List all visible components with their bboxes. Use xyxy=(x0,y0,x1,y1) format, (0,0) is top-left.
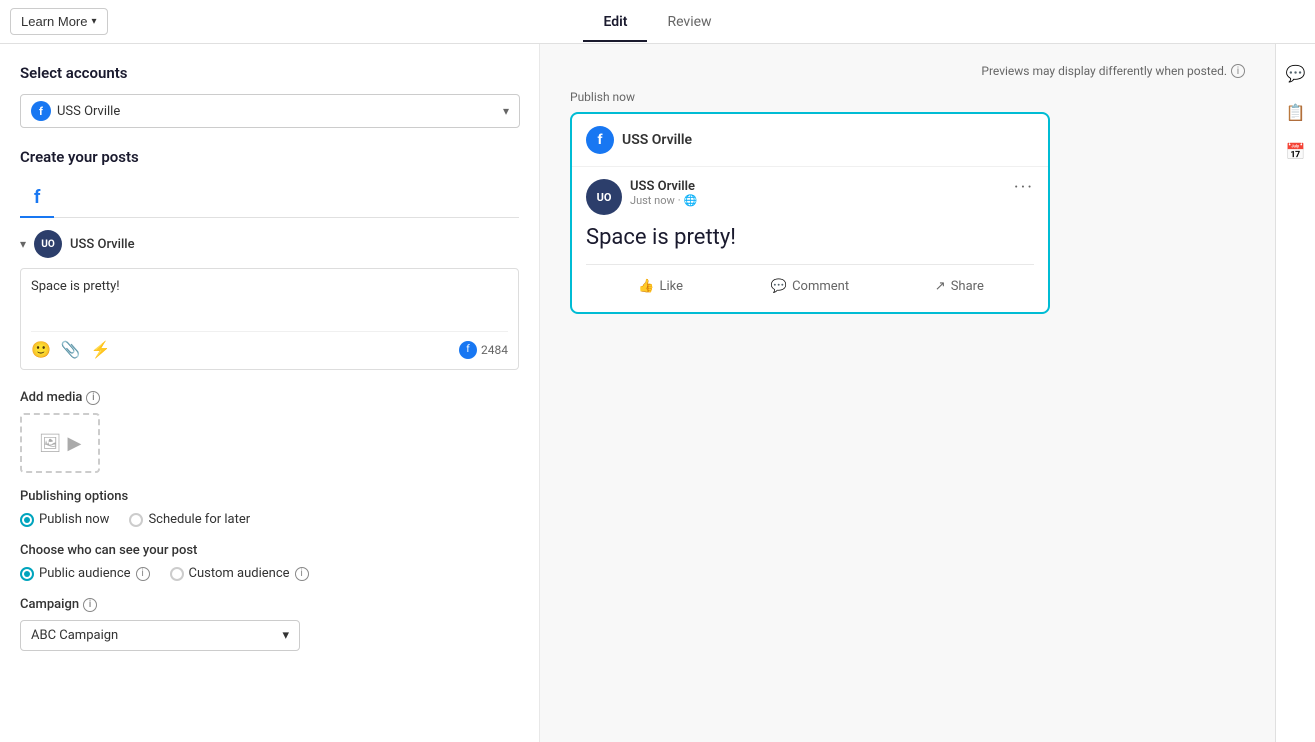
preview-account-name: USS Orville xyxy=(622,132,692,148)
collapse-toggle[interactable]: ▾ xyxy=(20,237,26,251)
publish-now-label: Publish now xyxy=(570,90,1245,104)
preview-user-info: UO USS Orville Just now · 🌐 xyxy=(586,179,697,215)
public-audience-info-icon: i xyxy=(136,567,150,581)
share-label: Share xyxy=(951,279,984,294)
select-accounts-title: Select accounts xyxy=(20,64,519,82)
learn-more-button[interactable]: Learn More ▾ xyxy=(10,8,108,35)
account-selector-chevron: ▾ xyxy=(503,104,509,118)
create-posts-section: Create your posts f ▾ UO USS Orville Spa… xyxy=(20,148,519,370)
platform-tab-empty[interactable] xyxy=(54,179,82,218)
preview-note: Previews may display differently when po… xyxy=(570,64,1245,78)
main-layout: Select accounts f USS Orville ▾ Create y… xyxy=(0,44,1315,742)
comment-label: Comment xyxy=(792,279,849,294)
preview-share-action[interactable]: ↗ Share xyxy=(885,273,1034,300)
sidebar-clipboard-icon[interactable]: 📋 xyxy=(1286,103,1306,122)
add-media-label: Add media i xyxy=(20,390,519,405)
preview-separator: · xyxy=(678,194,681,207)
account-selector-name: USS Orville xyxy=(57,104,120,119)
preview-info-icon: i xyxy=(1231,64,1245,78)
char-count-circle: f xyxy=(459,341,477,359)
preview-name: USS Orville xyxy=(630,179,697,194)
attachment-icon[interactable]: 📎 xyxy=(61,340,81,359)
campaign-label: Campaign i xyxy=(20,597,519,612)
audience-section: Choose who can see your post Public audi… xyxy=(20,543,519,581)
create-posts-title: Create your posts xyxy=(20,148,519,166)
tab-edit[interactable]: Edit xyxy=(583,4,647,42)
preview-card-body: UO USS Orville Just now · 🌐 ··· Space is… xyxy=(572,167,1048,312)
right-sidebar: 💬 📋 📅 xyxy=(1275,44,1315,742)
media-upload-box[interactable]: 🖼 ▶ xyxy=(20,413,100,473)
custom-audience-radio[interactable] xyxy=(170,567,184,581)
share-icon: ↗ xyxy=(935,279,946,294)
char-count-number: 2484 xyxy=(481,343,508,357)
video-upload-icon: ▶ xyxy=(68,433,82,454)
emoji-icon[interactable]: 🙂 xyxy=(31,340,51,359)
preview-card: f USS Orville UO USS Orville Just now · … xyxy=(570,112,1050,314)
image-upload-icon: 🖼 xyxy=(39,433,62,454)
left-panel: Select accounts f USS Orville ▾ Create y… xyxy=(0,44,540,742)
add-media-section: Add media i 🖼 ▶ xyxy=(20,390,519,473)
publish-now-radio[interactable] xyxy=(20,513,34,527)
preview-globe-icon: 🌐 xyxy=(684,194,698,207)
char-count: f 2484 xyxy=(459,341,508,359)
learn-more-label: Learn More xyxy=(21,14,87,29)
campaign-chevron-icon: ▾ xyxy=(282,628,289,643)
preview-card-header: f USS Orville xyxy=(572,114,1048,167)
audience-label: Choose who can see your post xyxy=(20,543,519,558)
campaign-info-icon: i xyxy=(83,598,97,612)
post-toolbar: 🙂 📎 ⚡ f 2484 xyxy=(31,331,508,359)
publishing-radio-group: Publish now Schedule for later xyxy=(20,512,519,527)
publishing-section: Publishing options Publish now Schedule … xyxy=(20,489,519,527)
publish-now-option[interactable]: Publish now xyxy=(20,512,109,527)
custom-audience-option[interactable]: Custom audience i xyxy=(170,566,309,581)
sidebar-chat-icon[interactable]: 💬 xyxy=(1286,64,1306,83)
campaign-select[interactable]: ABC Campaign ▾ xyxy=(20,620,300,651)
lightning-icon[interactable]: ⚡ xyxy=(91,340,111,359)
preview-more-options[interactable]: ··· xyxy=(1014,179,1034,197)
public-audience-radio[interactable] xyxy=(20,567,34,581)
schedule-later-option[interactable]: Schedule for later xyxy=(129,512,250,527)
preview-like-action[interactable]: 👍 Like xyxy=(586,273,735,300)
preview-user-row: UO USS Orville Just now · 🌐 ··· xyxy=(586,179,1034,215)
account-selector-left: f USS Orville xyxy=(31,101,120,121)
post-box: Space is pretty! 🙂 📎 ⚡ f 2484 xyxy=(20,268,519,370)
facebook-tab-icon: f xyxy=(34,187,40,208)
preview-avatar: UO xyxy=(586,179,622,215)
preview-actions: 👍 Like 💬 Comment ↗ Share xyxy=(586,264,1034,300)
post-textarea[interactable]: Space is pretty! xyxy=(31,279,508,319)
facebook-globe-icon: f xyxy=(31,101,51,121)
preview-post-text: Space is pretty! xyxy=(586,225,1034,250)
right-panel: Previews may display differently when po… xyxy=(540,44,1275,742)
comment-icon: 💬 xyxy=(771,279,787,294)
platform-tabs: f xyxy=(20,178,519,218)
preview-timestamp: Just now xyxy=(630,194,675,207)
account-row-name: USS Orville xyxy=(70,237,135,252)
custom-audience-info-icon: i xyxy=(295,567,309,581)
audience-radio-group: Public audience i Custom audience i xyxy=(20,566,519,581)
sidebar-calendar-icon[interactable]: 📅 xyxy=(1286,142,1306,161)
add-media-info-icon: i xyxy=(86,391,100,405)
campaign-value: ABC Campaign xyxy=(31,628,118,643)
publishing-label: Publishing options xyxy=(20,489,519,504)
post-icons: 🙂 📎 ⚡ xyxy=(31,340,111,359)
tab-review[interactable]: Review xyxy=(647,4,731,42)
main-tabs: Edit Review xyxy=(583,3,731,41)
account-avatar: UO xyxy=(34,230,62,258)
campaign-section: Campaign i ABC Campaign ▾ xyxy=(20,597,519,651)
preview-name-meta: USS Orville Just now · 🌐 xyxy=(630,179,697,207)
public-audience-option[interactable]: Public audience i xyxy=(20,566,150,581)
schedule-later-radio[interactable] xyxy=(129,513,143,527)
platform-tab-facebook[interactable]: f xyxy=(20,179,54,218)
top-bar: Learn More ▾ Edit Review xyxy=(0,0,1315,44)
account-row: ▾ UO USS Orville xyxy=(20,230,519,258)
preview-facebook-icon: f xyxy=(586,126,614,154)
account-selector[interactable]: f USS Orville ▾ xyxy=(20,94,520,128)
like-label: Like xyxy=(659,279,683,294)
like-icon: 👍 xyxy=(638,279,654,294)
preview-meta: Just now · 🌐 xyxy=(630,194,697,207)
preview-comment-action[interactable]: 💬 Comment xyxy=(735,273,884,300)
chevron-down-icon: ▾ xyxy=(91,16,96,27)
